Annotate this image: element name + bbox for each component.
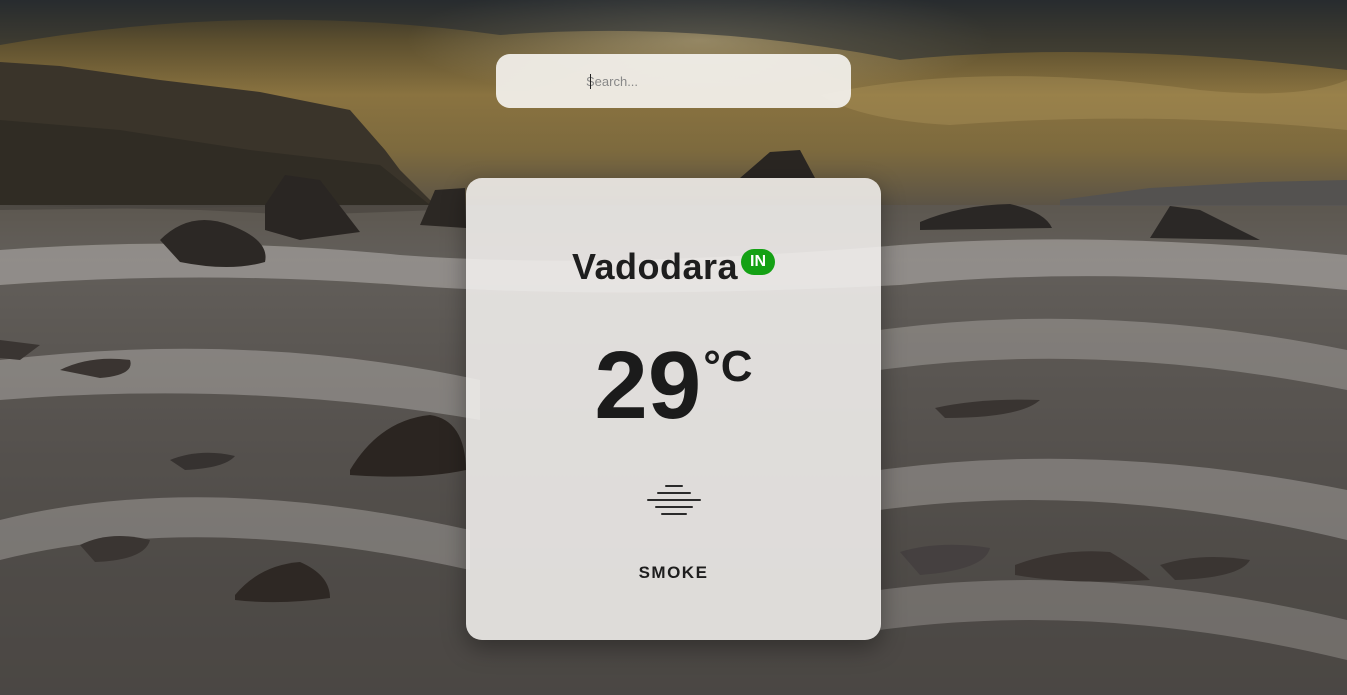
temperature-unit: °C: [703, 342, 753, 391]
search-bar[interactable]: [496, 54, 851, 108]
temperature-value: 29: [594, 332, 702, 439]
weather-condition: SMOKE: [638, 563, 709, 582]
temperature-row: 29°C: [466, 338, 881, 434]
search-input[interactable]: [586, 72, 826, 90]
country-badge: IN: [741, 249, 776, 275]
location-row: Vadodara IN: [466, 246, 881, 288]
weather-card: Vadodara IN 29°C SMOKE: [466, 178, 881, 640]
city-name: Vadodara: [571, 246, 739, 287]
smoke-haze-icon: [647, 485, 701, 515]
text-cursor: [590, 74, 591, 89]
